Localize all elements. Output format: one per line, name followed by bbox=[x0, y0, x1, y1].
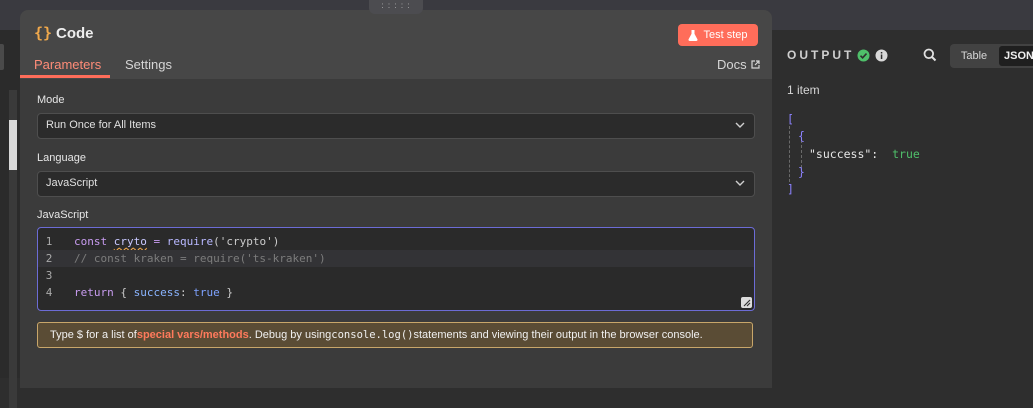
code-text: const cryto = require('crypto') bbox=[74, 235, 280, 248]
json-open-array: [ bbox=[787, 112, 794, 126]
active-tab-indicator bbox=[20, 75, 110, 78]
search-icon[interactable] bbox=[923, 48, 937, 62]
code-line-active: 2 // const kraken = require('ts-kraken') bbox=[38, 250, 754, 267]
item-count: 1 item bbox=[787, 83, 820, 97]
code-line: 1 const cryto = require('crypto') bbox=[38, 233, 754, 250]
mode-select[interactable]: Run Once for All Items bbox=[37, 113, 755, 139]
hint-code: console.log() bbox=[331, 329, 414, 341]
info-icon[interactable] bbox=[875, 49, 888, 62]
code-braces-icon: {} bbox=[34, 24, 53, 42]
special-vars-link[interactable]: special vars/methods bbox=[137, 329, 249, 341]
output-title: OUTPUT bbox=[787, 48, 855, 62]
resize-handle-icon[interactable] bbox=[741, 297, 752, 308]
code-label: JavaScript bbox=[37, 209, 89, 221]
line-number: 2 bbox=[45, 252, 53, 265]
language-value: JavaScript bbox=[46, 177, 98, 189]
line-number: 1 bbox=[45, 235, 53, 248]
json-close-object: } bbox=[798, 165, 805, 179]
left-scrollbar-thumb[interactable] bbox=[9, 120, 17, 170]
tab-parameters[interactable]: Parameters bbox=[34, 57, 101, 72]
code-editor[interactable]: 1 const cryto = require('crypto') 2 // c… bbox=[37, 227, 755, 311]
docs-label: Docs bbox=[717, 57, 747, 72]
indent-guide bbox=[789, 126, 790, 182]
node-title[interactable]: Code bbox=[56, 25, 94, 42]
node-panel: {} Code Test step Parameters Settings Do… bbox=[20, 10, 772, 388]
view-table-button[interactable]: Table bbox=[950, 44, 998, 68]
hint-suffix: statements and viewing their output in t… bbox=[413, 329, 703, 341]
language-label: Language bbox=[37, 152, 86, 164]
indent-guide bbox=[801, 140, 802, 168]
tab-settings[interactable]: Settings bbox=[125, 57, 172, 72]
test-step-button[interactable]: Test step bbox=[678, 24, 758, 46]
chevron-down-icon bbox=[735, 180, 745, 186]
json-entry: "success": true bbox=[809, 147, 920, 161]
code-line: 4 return { success: true } bbox=[38, 284, 754, 301]
line-number: 4 bbox=[45, 286, 53, 299]
drag-handle-icon[interactable]: : : : : : bbox=[369, 0, 423, 14]
code-text: return { success: true } bbox=[74, 286, 233, 299]
panel-header: {} Code Test step Parameters Settings Do… bbox=[20, 10, 772, 79]
docs-link[interactable]: Docs bbox=[717, 57, 760, 72]
flask-icon bbox=[688, 29, 699, 41]
json-close-array: ] bbox=[787, 182, 794, 196]
json-open-object: { bbox=[798, 129, 805, 143]
language-select[interactable]: JavaScript bbox=[37, 171, 755, 197]
external-link-icon bbox=[751, 60, 760, 69]
view-json-button[interactable]: JSON bbox=[999, 46, 1033, 66]
chevron-down-icon bbox=[735, 122, 745, 128]
mode-value: Run Once for All Items bbox=[46, 119, 157, 131]
test-step-label: Test step bbox=[703, 29, 748, 41]
hint-prefix: Type $ for a list of bbox=[50, 329, 137, 341]
mode-label: Mode bbox=[37, 94, 65, 106]
output-view-toggle: Table JSON bbox=[950, 44, 1033, 68]
success-check-icon bbox=[857, 49, 870, 62]
code-hint-notice: Type $ for a list of special vars/method… bbox=[37, 322, 753, 348]
hint-middle: . Debug by using bbox=[248, 329, 332, 341]
left-panel-strip bbox=[0, 30, 20, 408]
code-text: // const kraken = require('ts-kraken') bbox=[74, 252, 326, 265]
code-line: 3 bbox=[38, 267, 754, 284]
left-panel-edge bbox=[0, 44, 4, 70]
line-number: 3 bbox=[45, 269, 53, 282]
